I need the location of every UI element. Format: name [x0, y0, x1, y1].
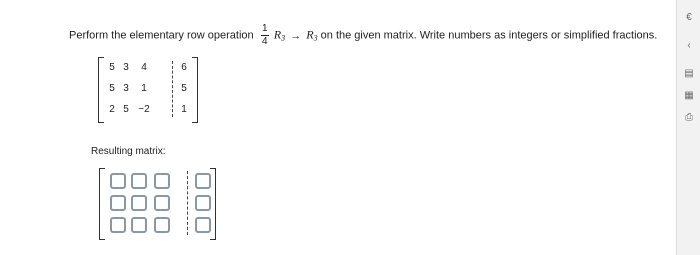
- answer-input-r1-c3[interactable]: [154, 173, 170, 189]
- answer-input-r1-c1[interactable]: [110, 173, 126, 189]
- matrix-cell: 5: [123, 104, 129, 115]
- matrix-cell: 5: [181, 83, 187, 94]
- question-lead: Perform the elementary row operation: [69, 29, 254, 42]
- calculator-icon[interactable]: ▤: [683, 68, 695, 80]
- matrix-cell: 4: [141, 62, 147, 73]
- result-label: Resulting matrix:: [91, 146, 166, 157]
- question-text: Perform the elementary row operation 1 4…: [69, 18, 669, 48]
- answer-input-r3-c4[interactable]: [195, 217, 211, 233]
- target-row: R3: [306, 27, 318, 43]
- matrix-cell: 1: [141, 83, 147, 94]
- matrix-cell: −2: [138, 104, 150, 115]
- arrow-icon: →: [290, 29, 302, 42]
- answer-input-r2-c1[interactable]: [110, 195, 126, 211]
- question-panel: Perform the elementary row operation 1 4…: [58, 0, 676, 255]
- left-margin: [0, 0, 58, 255]
- given-matrix: 5 3 4 6 5 3 1 5 2 5 −2 1: [98, 57, 198, 123]
- chevron-left-icon[interactable]: ‹: [683, 40, 695, 52]
- printer-icon[interactable]: ⎙: [683, 112, 695, 124]
- answer-input-r3-c1[interactable]: [110, 217, 126, 233]
- matrix-cell: 3: [123, 83, 129, 94]
- answer-input-r3-c2[interactable]: [131, 217, 147, 233]
- matrix-cell: 1: [181, 104, 187, 115]
- augment-divider: [172, 61, 173, 117]
- fraction-numerator: 1: [261, 23, 268, 35]
- left-bracket: [99, 168, 105, 240]
- answer-matrix: [99, 168, 216, 240]
- source-row: R3: [273, 27, 286, 43]
- tool-sidebar: [676, 0, 700, 255]
- fraction-denominator: 4: [261, 36, 268, 48]
- answer-input-r2-c3[interactable]: [154, 195, 170, 211]
- matrix-cell: 3: [123, 62, 129, 73]
- answer-input-r1-c2[interactable]: [131, 173, 147, 189]
- answer-input-r3-c3[interactable]: [154, 217, 170, 233]
- table-icon[interactable]: ▦: [683, 90, 695, 102]
- euro-icon[interactable]: €: [683, 12, 695, 24]
- answer-input-r2-c2[interactable]: [131, 195, 147, 211]
- answer-input-r2-c4[interactable]: [195, 195, 211, 211]
- augment-divider: [187, 171, 188, 235]
- answer-input-r1-c4[interactable]: [195, 173, 211, 189]
- question-tail: on the given matrix. Write numbers as in…: [320, 29, 658, 42]
- matrix-cell: 6: [181, 62, 187, 73]
- right-bracket: [192, 57, 198, 123]
- scalar-fraction: 1 4: [260, 23, 269, 48]
